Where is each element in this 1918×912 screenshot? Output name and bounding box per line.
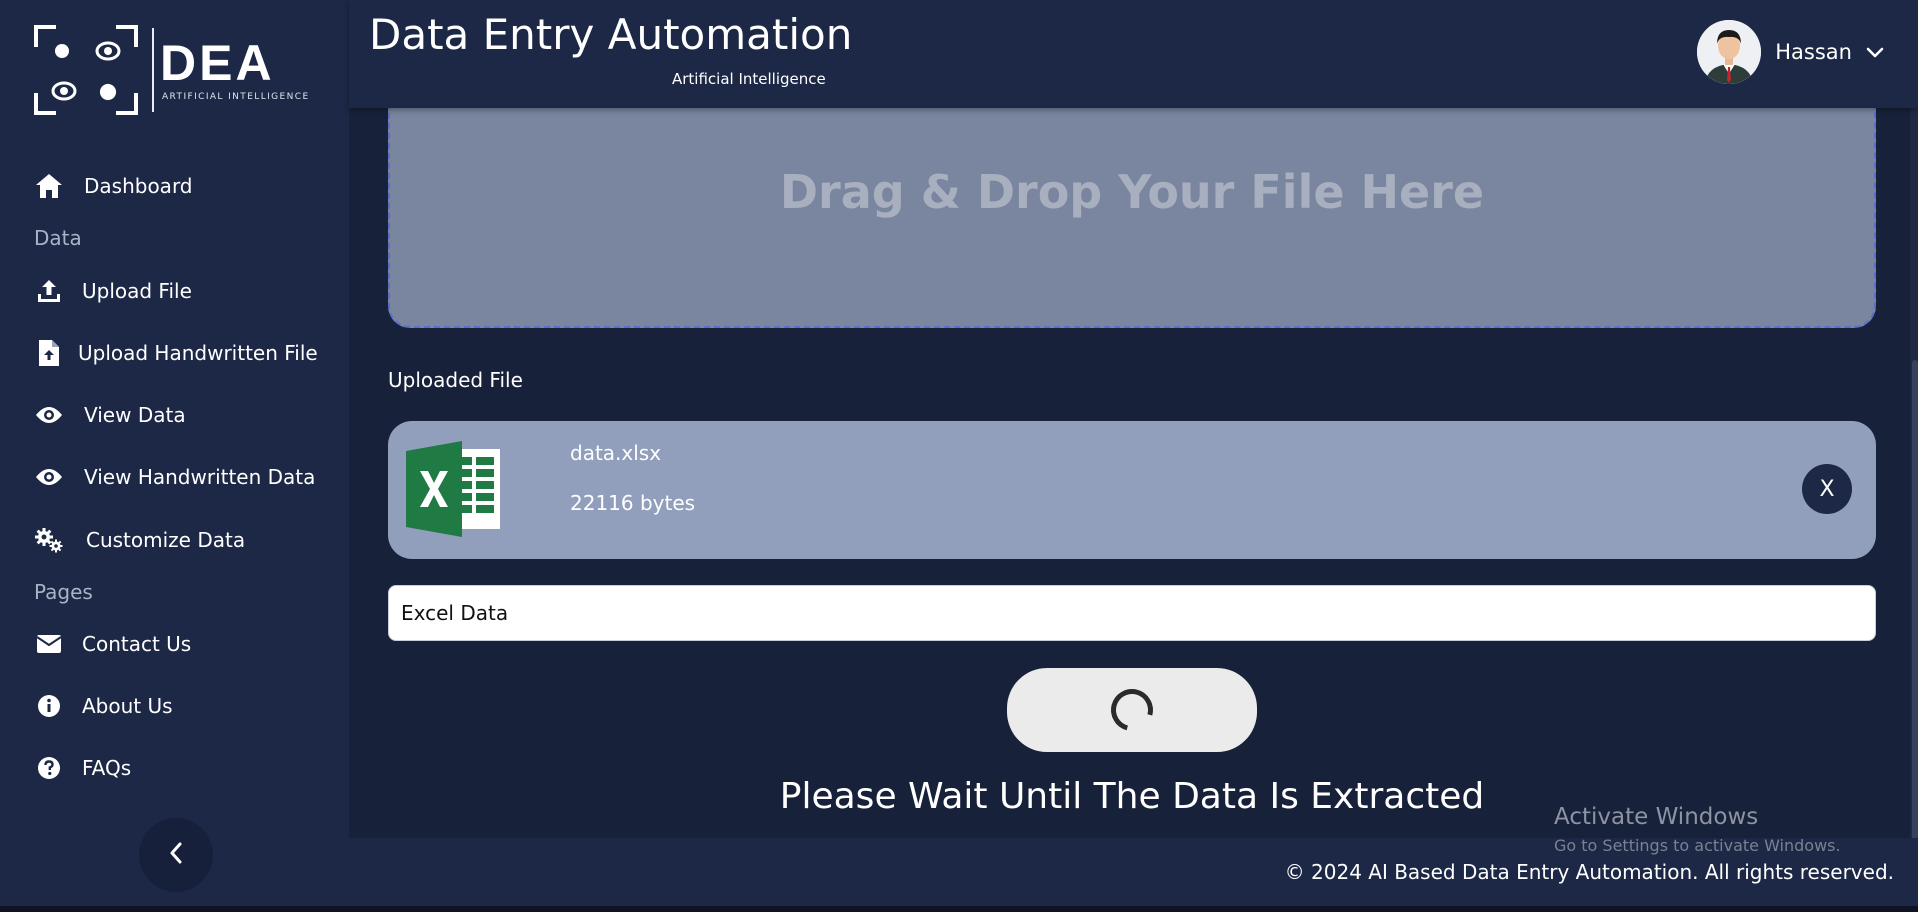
logo-subtitle: ARTIFICIAL INTELLIGENCE xyxy=(162,92,310,102)
submit-button[interactable] xyxy=(1007,668,1257,752)
user-name: Hassan xyxy=(1775,40,1852,64)
scrollbar-thumb[interactable] xyxy=(1912,360,1918,912)
sidebar-item-label: Contact Us xyxy=(82,632,192,656)
info-icon xyxy=(34,691,64,721)
copyright-text: © 2024 AI Based Data Entry Automation. A… xyxy=(1284,860,1894,884)
main-scrollbar[interactable] xyxy=(1910,108,1918,912)
watermark-subtitle: Go to Settings to activate Windows. xyxy=(1554,836,1841,855)
chevron-left-icon xyxy=(169,842,183,868)
sidebar-item-customize-data[interactable]: Customize Data xyxy=(34,524,245,556)
sidebar-item-label: View Handwritten Data xyxy=(84,465,316,489)
excel-file-icon xyxy=(404,439,504,539)
sidebar-item-view-handwritten[interactable]: View Handwritten Data xyxy=(34,461,315,493)
taskbar-edge xyxy=(0,906,1918,912)
logo-divider xyxy=(152,28,154,112)
sidebar-item-dashboard[interactable]: Dashboard xyxy=(34,170,193,202)
data-name-input[interactable] xyxy=(388,585,1876,641)
sidebar-collapse-button[interactable] xyxy=(139,818,213,892)
activate-windows-watermark: Activate Windows Go to Settings to activ… xyxy=(1554,804,1841,855)
sidebar-item-upload-file[interactable]: Upload File xyxy=(34,275,192,307)
avatar xyxy=(1697,20,1762,84)
logo-text: DEA ARTIFICIAL INTELLIGENCE xyxy=(160,38,310,102)
home-icon xyxy=(34,171,64,201)
top-header: Data Entry Automation Artificial Intelli… xyxy=(349,0,1918,108)
sidebar-section-data: Data xyxy=(34,226,82,250)
eye-icon xyxy=(34,462,64,492)
sidebar-item-about-us[interactable]: About Us xyxy=(34,690,173,722)
file-size: 22116 bytes xyxy=(570,491,696,515)
loading-spinner-icon xyxy=(1103,681,1161,739)
sidebar-item-label: Dashboard xyxy=(84,174,193,198)
sidebar-item-upload-handwritten[interactable]: Upload Handwritten File xyxy=(34,337,318,369)
uploaded-file-card: data.xlsx 22116 bytes X xyxy=(388,421,1876,559)
sidebar-item-label: Upload File xyxy=(82,279,192,303)
envelope-icon xyxy=(34,629,64,659)
sidebar-item-view-data[interactable]: View Data xyxy=(34,399,186,431)
dropzone-text: Drag & Drop Your File Here xyxy=(779,165,1485,219)
sidebar-item-label: Customize Data xyxy=(86,528,246,552)
remove-file-button[interactable]: X xyxy=(1802,464,1852,514)
brand-logo[interactable]: DEA ARTIFICIAL INTELLIGENCE xyxy=(34,24,324,116)
logo-title: DEA xyxy=(160,35,275,91)
sidebar-item-label: View Data xyxy=(84,403,186,427)
sidebar-section-pages: Pages xyxy=(34,580,93,604)
sidebar-item-label: About Us xyxy=(82,694,173,718)
sidebar: DEA ARTIFICIAL INTELLIGENCE Dashboard Da… xyxy=(0,0,349,912)
eye-icon xyxy=(34,400,64,430)
page-subtitle: Artificial Intelligence xyxy=(672,70,826,88)
page-title: Data Entry Automation xyxy=(369,10,853,59)
user-menu[interactable]: Hassan xyxy=(1697,20,1886,84)
sidebar-item-contact-us[interactable]: Contact Us xyxy=(34,628,191,660)
uploaded-file-heading: Uploaded File xyxy=(388,368,523,392)
file-name: data.xlsx xyxy=(570,441,662,465)
main-content: Drag & Drop Your File Here Uploaded File… xyxy=(349,108,1918,838)
sidebar-item-label: Upload Handwritten File xyxy=(78,341,318,365)
sidebar-item-label: FAQs xyxy=(82,756,132,780)
file-upload-icon xyxy=(34,338,64,368)
chevron-down-icon xyxy=(1864,41,1886,63)
question-icon xyxy=(34,753,64,783)
upload-icon xyxy=(34,276,64,306)
file-dropzone[interactable]: Drag & Drop Your File Here xyxy=(388,108,1876,328)
watermark-title: Activate Windows xyxy=(1554,804,1759,830)
sidebar-item-faqs[interactable]: FAQs xyxy=(34,752,131,784)
gears-icon xyxy=(34,525,64,555)
logo-mark-icon xyxy=(34,25,138,115)
